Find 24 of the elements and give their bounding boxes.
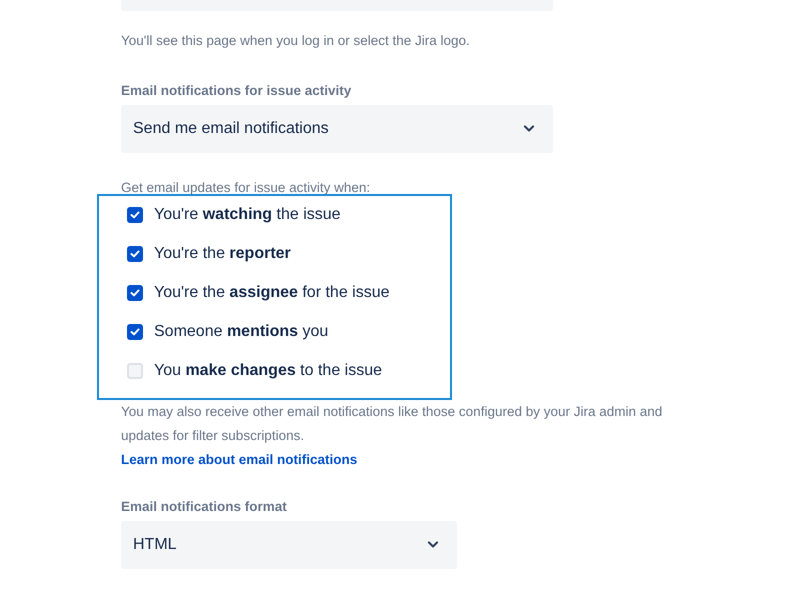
checkbox[interactable] [127, 324, 143, 340]
checkbox-option[interactable]: Someone mentions you [127, 320, 799, 343]
help-text: You'll see this page when you log in or select the Jira logo. [121, 32, 471, 50]
checkmark-icon [130, 210, 140, 218]
checkmark-icon [130, 288, 140, 296]
section-heading: Get email updates for issue activity when: [121, 179, 372, 197]
checkbox-option[interactable]: You make changes to the issue [127, 359, 799, 382]
checkbox[interactable] [127, 206, 143, 222]
chevron-down-icon [427, 541, 439, 549]
checkbox-option[interactable]: You're the assignee for the issue [127, 281, 799, 304]
checkbox[interactable] [127, 246, 143, 262]
checkmark-icon [130, 250, 140, 258]
checkbox-option[interactable]: You're watching the issue [127, 203, 799, 226]
checkbox[interactable] [127, 362, 143, 378]
checkbox-option[interactable]: You're the reporter [127, 242, 799, 265]
field-label: Email notifications for issue activity [121, 82, 352, 100]
dropdown-select[interactable]: HTML [121, 521, 457, 569]
learn-more-link[interactable]: Learn more about email notifications [121, 448, 358, 472]
info-text: You may also receive other email notifications like those configured by your Jira admin and updates for filter subscriptions. [121, 403, 664, 445]
checkmark-icon [130, 328, 140, 336]
dropdown-select[interactable]: Send me email notifications [121, 105, 553, 153]
checkbox[interactable] [127, 284, 143, 300]
chevron-down-icon [523, 125, 535, 133]
field-label: Email notifications format [121, 498, 288, 516]
